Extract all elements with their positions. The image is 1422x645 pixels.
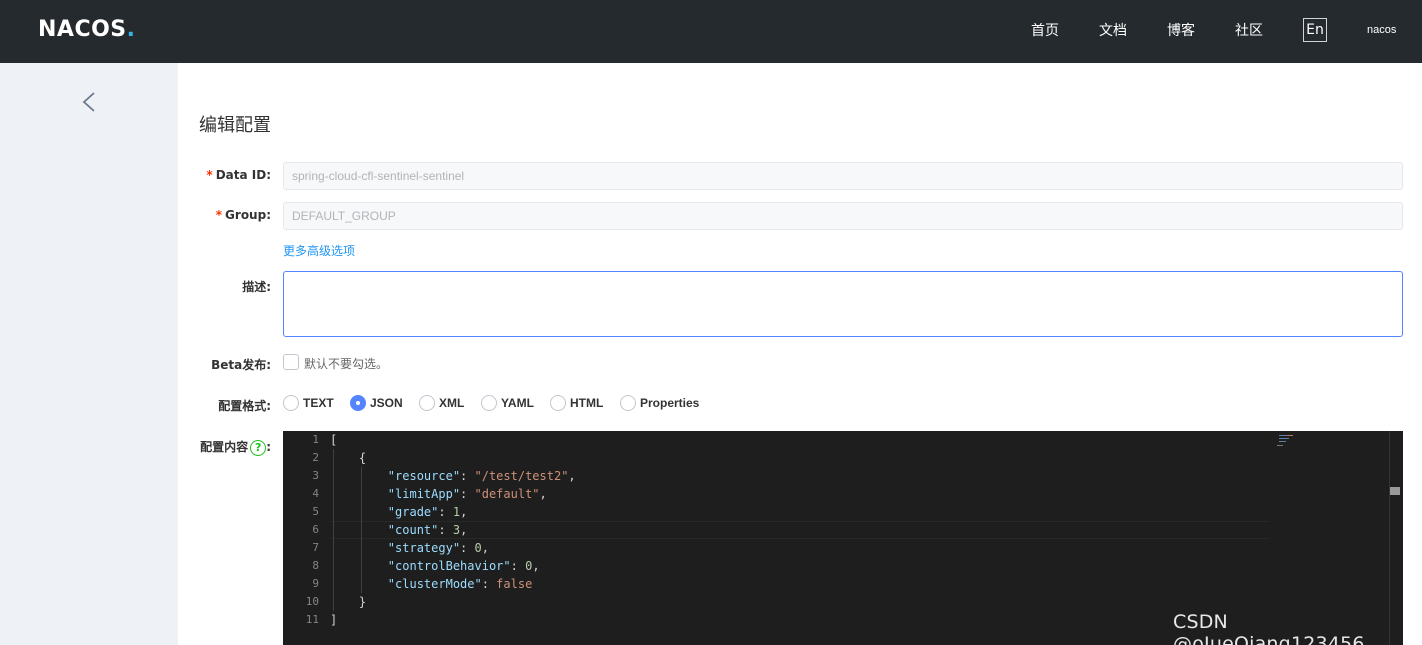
group-label: * Group: bbox=[215, 208, 271, 222]
code-line: "limitApp": "default", bbox=[387, 487, 547, 501]
radio-circle-checked[interactable] bbox=[350, 395, 366, 411]
format-radio-xml[interactable]: XML bbox=[419, 395, 464, 411]
beta-label: Beta发布: bbox=[211, 358, 271, 372]
nav-docs[interactable]: 文档 bbox=[1099, 20, 1127, 40]
code-line: [ bbox=[330, 433, 338, 447]
format-radio-properties[interactable]: Properties bbox=[620, 395, 699, 411]
code-line: "strategy": 0, bbox=[387, 541, 489, 555]
data-id-input: spring-cloud-cfl-sentinel-sentinel bbox=[283, 162, 1403, 190]
beta-hint: 默认不要勾选。 bbox=[304, 357, 389, 371]
radio-circle[interactable] bbox=[419, 395, 435, 411]
code-line: "count": 3, bbox=[387, 523, 468, 537]
line-number: 7 bbox=[312, 541, 319, 554]
chevron-left-icon[interactable] bbox=[80, 90, 98, 114]
content-label: 配置内容?: bbox=[200, 439, 271, 456]
description-label: 描述: bbox=[242, 280, 271, 294]
scrollbar-marker bbox=[1390, 487, 1400, 495]
code-line: } bbox=[330, 595, 367, 609]
code-line: "resource": "/test/test2", bbox=[387, 469, 576, 483]
radio-circle[interactable] bbox=[620, 395, 636, 411]
format-radio-text[interactable]: TEXT bbox=[283, 395, 334, 411]
top-navbar: NACOS. 首页 文档 博客 社区 En nacos bbox=[0, 0, 1422, 63]
group-input: DEFAULT_GROUP bbox=[283, 202, 1403, 230]
format-radio-json[interactable]: JSON bbox=[350, 395, 403, 411]
code-line: { bbox=[330, 451, 367, 465]
sidebar bbox=[0, 63, 178, 645]
beta-checkbox[interactable] bbox=[283, 354, 299, 370]
code-line: "controlBehavior": 0, bbox=[387, 559, 540, 573]
question-circle-icon[interactable]: ? bbox=[250, 439, 267, 456]
nav-blog[interactable]: 博客 bbox=[1167, 20, 1195, 40]
code-line: ] bbox=[330, 613, 338, 627]
line-number: 9 bbox=[312, 577, 319, 590]
nav-home[interactable]: 首页 bbox=[1031, 20, 1059, 40]
watermark: CSDN @oJueQiang123456 bbox=[1173, 611, 1365, 645]
user-menu[interactable]: nacos bbox=[1367, 24, 1396, 36]
description-textarea[interactable] bbox=[283, 271, 1403, 337]
radio-circle[interactable] bbox=[550, 395, 566, 411]
advanced-options-link[interactable]: 更多高级选项 bbox=[283, 242, 355, 259]
line-number: 10 bbox=[305, 595, 319, 608]
radio-circle[interactable] bbox=[283, 395, 299, 411]
nav-community[interactable]: 社区 bbox=[1235, 20, 1263, 40]
line-number: 3 bbox=[312, 469, 319, 482]
code-line: "clusterMode": false bbox=[387, 577, 533, 591]
data-id-label: * Data ID: bbox=[206, 168, 271, 182]
page-title: 编辑配置 bbox=[199, 115, 271, 136]
format-radio-yaml[interactable]: YAML bbox=[481, 395, 534, 411]
line-number: 1 bbox=[312, 433, 319, 446]
radio-circle[interactable] bbox=[481, 395, 497, 411]
line-number: 6 bbox=[312, 523, 319, 536]
format-label: 配置格式: bbox=[218, 399, 271, 413]
current-line-highlight bbox=[330, 521, 1270, 539]
nacos-logo[interactable]: NACOS. bbox=[38, 17, 136, 42]
line-number: 5 bbox=[312, 505, 319, 518]
line-number: 8 bbox=[312, 559, 319, 572]
language-switch-button[interactable]: En bbox=[1303, 18, 1327, 42]
line-number: 2 bbox=[312, 451, 319, 464]
editor-minimap[interactable] bbox=[1269, 433, 1299, 449]
line-number: 11 bbox=[305, 613, 319, 626]
line-number: 4 bbox=[312, 487, 319, 500]
code-line: "grade": 1, bbox=[387, 505, 468, 519]
format-radio-html[interactable]: HTML bbox=[550, 395, 603, 411]
